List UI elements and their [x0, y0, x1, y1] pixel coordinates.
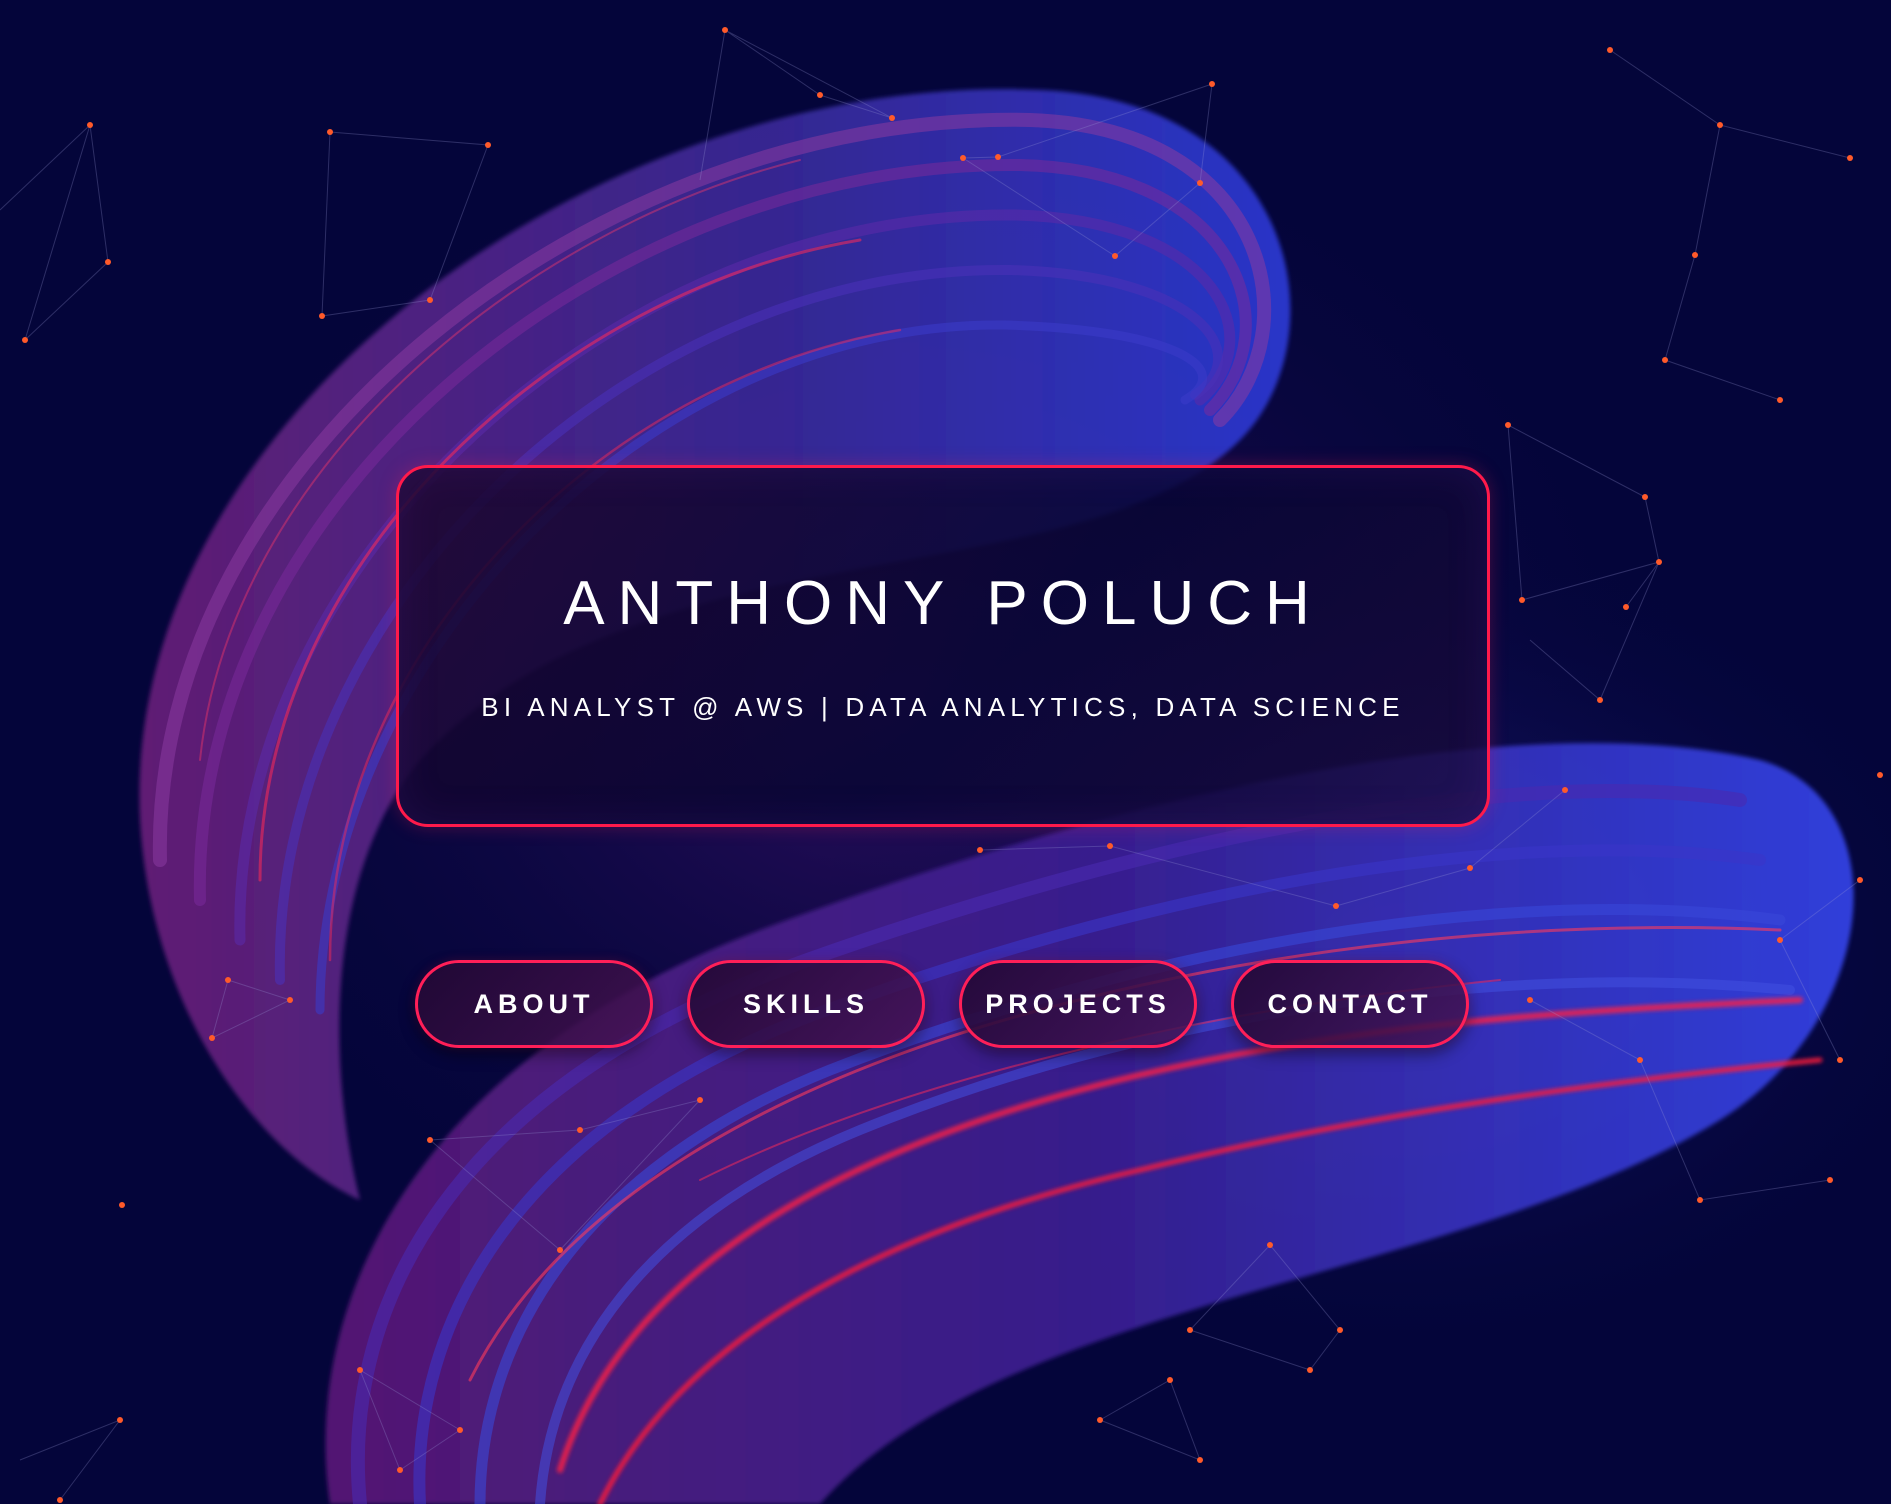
hero-tagline: BI ANALYST @ AWS | DATA ANALYTICS, DATA …	[481, 692, 1405, 722]
main-nav: ABOUT SKILLS PROJECTS CONTACT	[415, 960, 1471, 1048]
hero-name: ANTHONY POLUCH	[563, 569, 1323, 638]
projects-button[interactable]: PROJECTS	[959, 960, 1197, 1048]
hero-card: ANTHONY POLUCH BI ANALYST @ AWS | DATA A…	[396, 465, 1490, 827]
about-button[interactable]: ABOUT	[415, 960, 653, 1048]
skills-button[interactable]: SKILLS	[687, 960, 925, 1048]
contact-button[interactable]: CONTACT	[1231, 960, 1469, 1048]
